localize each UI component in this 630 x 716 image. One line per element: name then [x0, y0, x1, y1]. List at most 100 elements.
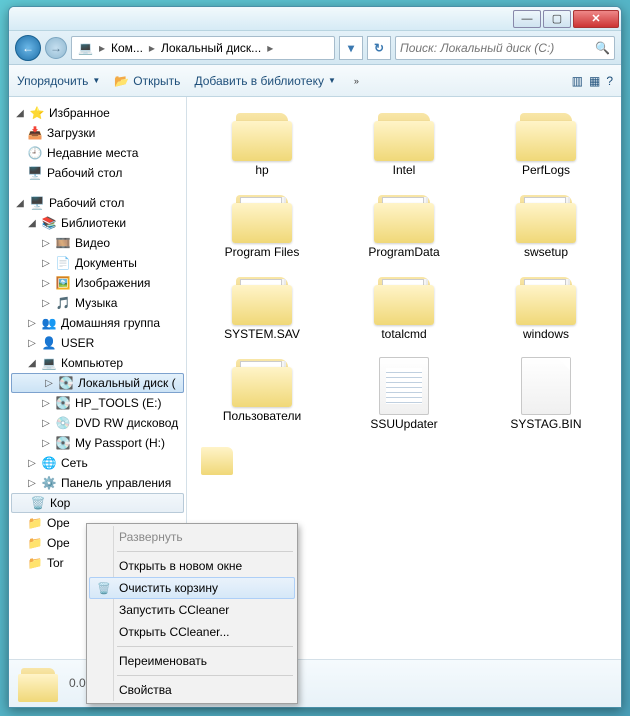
- file-label: ProgramData: [368, 245, 439, 259]
- tree-computer[interactable]: ◢💻Компьютер: [9, 353, 186, 373]
- file-label: Пользователи: [223, 409, 301, 423]
- ctx-empty-recycle-bin[interactable]: 🗑️Очистить корзину: [89, 577, 295, 599]
- tree-recent[interactable]: 🕘Недавние места: [9, 143, 186, 163]
- search-input[interactable]: [400, 41, 595, 55]
- tree-hptools[interactable]: ▷💽HP_TOOLS (E:): [9, 393, 186, 413]
- close-button[interactable]: ✕: [573, 10, 619, 28]
- documents-icon: 📄: [55, 255, 71, 271]
- recycle-bin-icon: 🗑️: [96, 580, 112, 596]
- toolbar-overflow[interactable]: »: [354, 76, 359, 86]
- add-to-library-button[interactable]: Добавить в библиотеку▼: [194, 74, 335, 88]
- folder-icon: [230, 191, 294, 243]
- chevron-right-icon: ▸: [267, 41, 273, 55]
- ctx-open-new-window[interactable]: Открыть в новом окне: [89, 555, 295, 577]
- tree-desktop-root[interactable]: ◢🖥️Рабочий стол: [9, 193, 186, 213]
- help-button[interactable]: ?: [606, 74, 613, 88]
- network-icon: 🌐: [41, 455, 57, 471]
- file-item[interactable]: SYSTEM.SAV: [195, 269, 329, 345]
- file-label: Program Files: [225, 245, 300, 259]
- ctx-rename[interactable]: Переименовать: [89, 650, 295, 672]
- file-icon: [521, 357, 571, 415]
- file-item[interactable]: SYSTAG.BIN: [479, 351, 613, 435]
- file-label: PerfLogs: [522, 163, 570, 177]
- ctx-expand: Развернуть: [89, 526, 295, 548]
- file-label: hp: [255, 163, 268, 177]
- file-icon: [379, 357, 429, 415]
- homegroup-icon: 👥: [41, 315, 57, 331]
- recycle-bin-icon: 🗑️: [30, 495, 46, 511]
- file-item[interactable]: Program Files: [195, 187, 329, 263]
- tree-desktop[interactable]: 🖥️Рабочий стол: [9, 163, 186, 183]
- toolbar: Упорядочить▼ 📂Открыть Добавить в библиот…: [9, 65, 621, 97]
- file-label: Intel: [393, 163, 416, 177]
- search-box[interactable]: 🔍: [395, 36, 615, 60]
- tree-documents[interactable]: ▷📄Документы: [9, 253, 186, 273]
- ctx-run-ccleaner[interactable]: Запустить CCleaner: [89, 599, 295, 621]
- desktop-icon: 🖥️: [27, 165, 43, 181]
- tree-user[interactable]: ▷👤USER: [9, 333, 186, 353]
- breadcrumb-root-icon[interactable]: 💻: [72, 37, 99, 59]
- partial-folder[interactable]: [187, 439, 621, 475]
- breadcrumb[interactable]: 💻 ▸ Ком... ▸ Локальный диск... ▸: [71, 36, 335, 60]
- minimize-button[interactable]: —: [513, 10, 541, 28]
- breadcrumb-item[interactable]: Локальный диск...: [155, 37, 267, 59]
- file-label: windows: [523, 327, 569, 341]
- folder-icon: [514, 273, 578, 325]
- refresh-button[interactable]: ↻: [367, 36, 391, 60]
- tree-images[interactable]: ▷🖼️Изображения: [9, 273, 186, 293]
- file-label: SYSTEM.SAV: [224, 327, 300, 341]
- file-item[interactable]: Пользователи: [195, 351, 329, 435]
- star-icon: ⭐: [29, 105, 45, 121]
- maximize-button[interactable]: ▢: [543, 10, 571, 28]
- tree-favorites[interactable]: ◢⭐Избранное: [9, 103, 186, 123]
- tree-local-disk[interactable]: ▷💽Локальный диск (: [11, 373, 184, 393]
- tree-libraries[interactable]: ◢📚Библиотеки: [9, 213, 186, 233]
- libraries-icon: 📚: [41, 215, 57, 231]
- folder-icon: [230, 355, 294, 407]
- file-item[interactable]: totalcmd: [337, 269, 471, 345]
- file-item[interactable]: swsetup: [479, 187, 613, 263]
- drive-icon: 💽: [58, 375, 74, 391]
- file-label: totalcmd: [381, 327, 426, 341]
- organize-button[interactable]: Упорядочить▼: [17, 74, 100, 88]
- desktop-icon: 🖥️: [29, 195, 45, 211]
- nav-back-button[interactable]: ←: [15, 35, 41, 61]
- tree-control-panel[interactable]: ▷⚙️Панель управления: [9, 473, 186, 493]
- open-button[interactable]: 📂Открыть: [114, 74, 180, 88]
- file-item[interactable]: Intel: [337, 105, 471, 181]
- ctx-properties[interactable]: Свойства: [89, 679, 295, 701]
- tree-recycle-bin[interactable]: 🗑️Кор: [11, 493, 184, 513]
- file-item[interactable]: SSUUpdater: [337, 351, 471, 435]
- drive-icon: 💽: [55, 395, 71, 411]
- file-item[interactable]: windows: [479, 269, 613, 345]
- folder-icon: 📁: [27, 555, 43, 571]
- disc-icon: 💿: [55, 415, 71, 431]
- folder-icon: [372, 273, 436, 325]
- view-mode-button[interactable]: ▥: [572, 74, 583, 88]
- file-item[interactable]: ProgramData: [337, 187, 471, 263]
- tree-dvd[interactable]: ▷💿DVD RW дисковод: [9, 413, 186, 433]
- tree-video[interactable]: ▷🎞️Видео: [9, 233, 186, 253]
- tree-music[interactable]: ▷🎵Музыка: [9, 293, 186, 313]
- nav-forward-button[interactable]: →: [45, 37, 67, 59]
- open-folder-icon: 📂: [114, 74, 129, 88]
- video-icon: 🎞️: [55, 235, 71, 251]
- preview-pane-button[interactable]: ▦: [589, 74, 600, 88]
- computer-icon: 💻: [41, 355, 57, 371]
- tree-downloads[interactable]: 📥Загрузки: [9, 123, 186, 143]
- file-label: swsetup: [524, 245, 568, 259]
- file-item[interactable]: hp: [195, 105, 329, 181]
- addressbar: ← → 💻 ▸ Ком... ▸ Локальный диск... ▸ ▾ ↻…: [9, 31, 621, 65]
- ctx-open-ccleaner[interactable]: Открыть CCleaner...: [89, 621, 295, 643]
- folder-icon: 📁: [27, 535, 43, 551]
- titlebar: — ▢ ✕: [9, 7, 621, 31]
- search-icon[interactable]: 🔍: [595, 41, 610, 55]
- tree-homegroup[interactable]: ▷👥Домашняя группа: [9, 313, 186, 333]
- tree-passport[interactable]: ▷💽My Passport (H:): [9, 433, 186, 453]
- tree-network[interactable]: ▷🌐Сеть: [9, 453, 186, 473]
- file-label: SYSTAG.BIN: [510, 417, 581, 431]
- user-icon: 👤: [41, 335, 57, 351]
- chevron-down-icon[interactable]: ▾: [339, 36, 363, 60]
- file-item[interactable]: PerfLogs: [479, 105, 613, 181]
- breadcrumb-item[interactable]: Ком...: [105, 37, 149, 59]
